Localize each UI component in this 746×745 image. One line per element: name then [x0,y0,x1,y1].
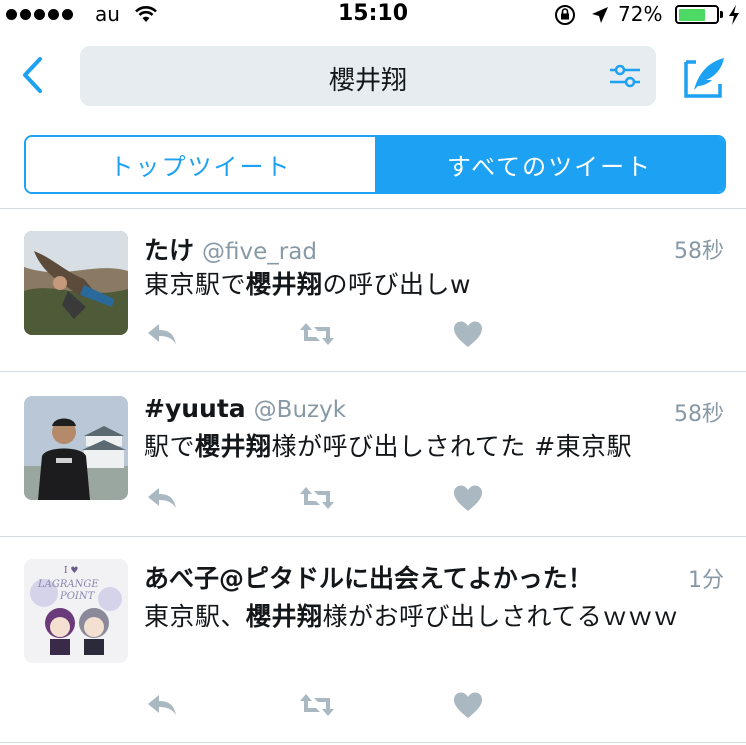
avatar[interactable] [24,396,128,500]
location-arrow-icon [592,7,608,23]
svg-text:LAGRANGE: LAGRANGE [37,579,99,590]
tweet-author[interactable]: あべ子@ピタドルに出会えてよかった！ [144,559,593,595]
tweet-author[interactable]: たけ @five_rad [144,231,317,267]
timestamp: 1分 [688,568,724,593]
tweet-text: 駅で櫻井翔様が呼び出しされてた #東京駅 [144,432,633,461]
reply-icon[interactable] [145,321,179,347]
search-field[interactable]: 櫻井翔 [80,46,656,106]
display-name: あべ子@ピタドルに出会えてよかった！ [144,564,593,593]
tab-all-tweets[interactable]: すべてのツイート [375,137,724,192]
heart-icon[interactable] [453,320,483,348]
reply-icon[interactable] [145,692,179,718]
handle: @five_rad [202,239,317,265]
heart-icon[interactable] [453,484,483,512]
timestamp: 58秒 [674,402,724,427]
sliders-icon[interactable] [608,62,642,90]
battery-icon [675,5,719,24]
avatar[interactable]: I ♥ LAGRANGE POINT [24,559,128,663]
battery-percent: 72% [618,2,663,26]
retweet-icon[interactable] [298,485,336,511]
tweet-item[interactable]: I ♥ LAGRANGE POINT あべ子@ピタドルに出会えてよかった！ 1分… [0,537,746,745]
tweet-text: 東京駅、櫻井翔様がお呼び出しされてるｗｗｗ [144,602,679,631]
charging-bolt-icon [729,5,739,25]
svg-text:I ♥: I ♥ [64,566,78,576]
retweet-icon[interactable] [298,321,336,347]
tab-top-tweets[interactable]: トップツイート [26,137,375,192]
back-button[interactable] [12,53,52,97]
tweet-author[interactable]: #yuuta @Buzyk [144,394,346,423]
retweet-icon[interactable] [298,692,336,718]
tweet-item[interactable]: たけ @five_rad 58秒 東京駅で櫻井翔の呼び出しw [0,209,746,371]
display-name: #yuuta [144,394,246,423]
rotation-lock-icon [555,5,575,25]
timestamp: 58秒 [674,239,724,264]
avatar[interactable] [24,231,128,335]
handle: @Buzyk [253,397,347,423]
tweet-item[interactable]: #yuuta @Buzyk 58秒 駅で櫻井翔様が呼び出しされてた #東京駅 [0,372,746,536]
chevron-left-icon [23,57,42,93]
reply-icon[interactable] [145,485,179,511]
search-query: 櫻井翔 [328,66,407,96]
compose-quill-icon[interactable] [682,54,728,100]
tweet-text: 東京駅で櫻井翔の呼び出しw [144,270,471,299]
divider [0,742,746,743]
heart-icon[interactable] [453,691,483,719]
display-name: たけ [144,236,195,265]
tweet-filter-tabs: トップツイート すべてのツイート [24,135,726,194]
svg-text:POINT: POINT [59,591,96,602]
status-bar: au 15:10 72% [0,0,746,30]
